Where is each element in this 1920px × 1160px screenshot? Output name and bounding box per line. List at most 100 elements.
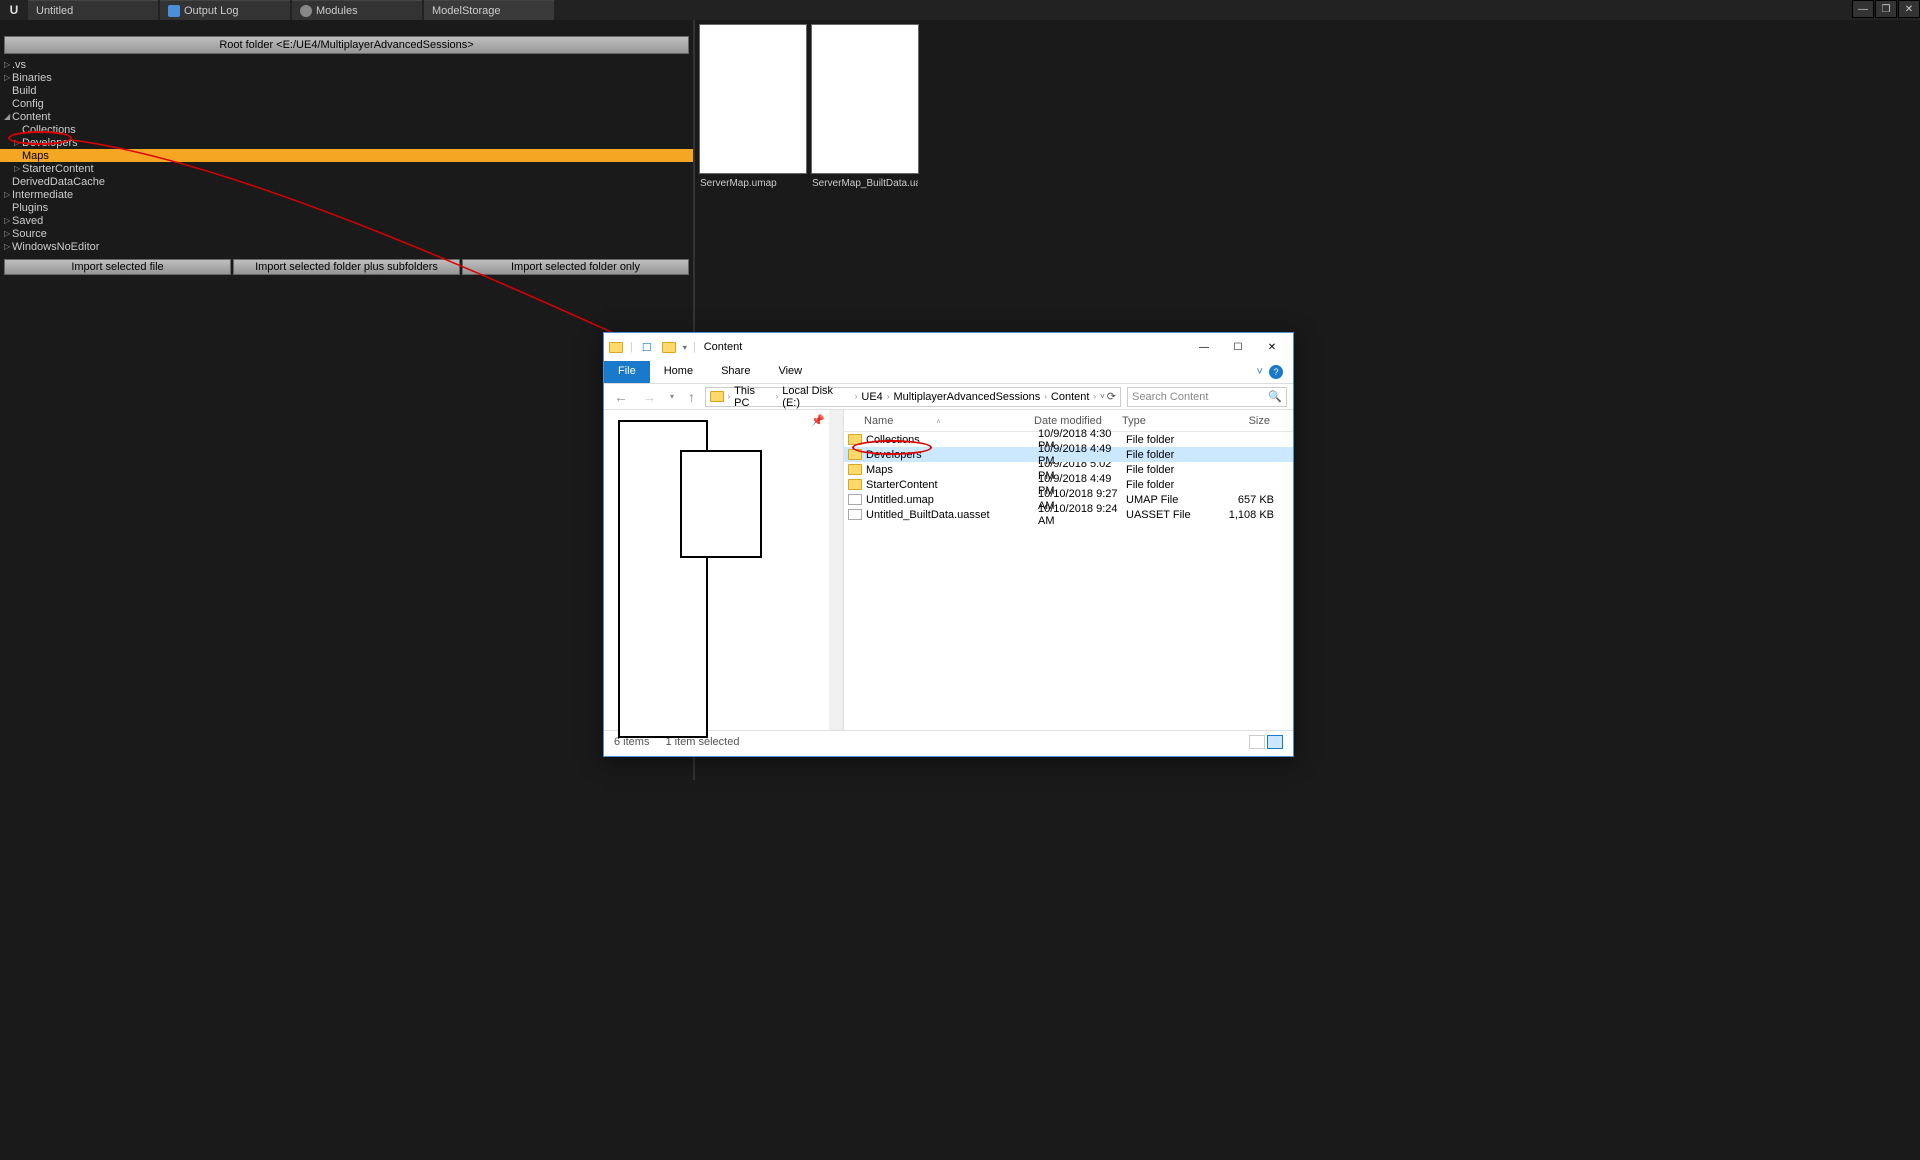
tree-label: Collections: [22, 124, 76, 136]
tree-item-developers[interactable]: ▷Developers: [0, 136, 693, 149]
explorer-nav-pane[interactable]: 📌: [604, 410, 844, 730]
ribbon-tab-view[interactable]: View: [764, 361, 816, 383]
column-date[interactable]: Date modified: [1034, 415, 1122, 427]
tree-label: Source: [12, 228, 47, 240]
explorer-ribbon: File Home Share View ˅ ?: [604, 361, 1293, 384]
tab-modelstorage[interactable]: ModelStorage: [424, 0, 554, 20]
address-dropdown-icon[interactable]: ˅: [1100, 392, 1105, 401]
breadcrumb-item[interactable]: Local Disk (E:): [782, 385, 850, 409]
file-type: UASSET File: [1126, 509, 1214, 521]
explorer-window: | ☐ ▾ | Content — ☐ ✕ File Home Share Vi…: [603, 332, 1294, 757]
tree-label: DerivedDataCache: [12, 176, 105, 188]
tree-item-source[interactable]: ▷Source: [0, 227, 693, 240]
tree-item-plugins[interactable]: Plugins: [0, 201, 693, 214]
nav-forward-button[interactable]: →: [638, 389, 660, 405]
column-name[interactable]: Name ˄: [844, 415, 1034, 427]
tree-item-maps[interactable]: Maps: [0, 149, 693, 162]
help-icon[interactable]: ?: [1269, 365, 1283, 379]
thumbnail-servermap[interactable]: ServerMap.umap: [699, 24, 807, 174]
file-row-developers[interactable]: Developers10/9/2018 4:49 PMFile folder: [844, 447, 1293, 462]
explorer-maximize-button[interactable]: ☐: [1221, 336, 1255, 358]
tree-expand-icon[interactable]: ▷: [4, 242, 12, 251]
tree-item-collections[interactable]: Collections: [0, 123, 693, 136]
ribbon-tab-home[interactable]: Home: [650, 361, 707, 383]
tree-item-windowsnoeditor[interactable]: ▷WindowsNoEditor: [0, 240, 693, 253]
tree-item-saved[interactable]: ▷Saved: [0, 214, 693, 227]
tree-item-build[interactable]: Build: [0, 84, 693, 97]
folder-icon: [848, 449, 862, 460]
file-type: UMAP File: [1126, 494, 1214, 506]
refresh-icon[interactable]: ⟳: [1107, 390, 1116, 403]
window-maximize-button[interactable]: ❐: [1875, 0, 1897, 18]
pin-icon[interactable]: 📌: [811, 414, 825, 427]
import-selected-folder-subfolders-button[interactable]: Import selected folder plus subfolders: [233, 259, 460, 275]
thumbnail-label: ServerMap.umap: [700, 178, 806, 189]
nav-up-button[interactable]: ↑: [684, 389, 699, 405]
file-name: StarterContent: [866, 479, 938, 491]
ribbon-expand-icon[interactable]: ˅ ?: [1256, 361, 1293, 383]
tree-item-deriveddatacache[interactable]: DerivedDataCache: [0, 175, 693, 188]
tree-label: Plugins: [12, 202, 48, 214]
file-name: Collections: [866, 434, 920, 446]
tree-item-startercontent[interactable]: ▷StarterContent: [0, 162, 693, 175]
breadcrumb-item[interactable]: UE4: [861, 391, 882, 403]
tree-expand-icon[interactable]: ▷: [4, 190, 12, 199]
explorer-close-button[interactable]: ✕: [1255, 336, 1289, 358]
tree-expand-icon[interactable]: ▷: [4, 216, 12, 225]
file-type: File folder: [1126, 479, 1214, 491]
import-selected-folder-only-button[interactable]: Import selected folder only: [462, 259, 689, 275]
explorer-titlebar[interactable]: | ☐ ▾ | Content — ☐ ✕: [604, 333, 1293, 361]
address-bar[interactable]: › This PC› Local Disk (E:)› UE4› Multipl…: [705, 387, 1121, 407]
tree-expand-icon[interactable]: ▷: [14, 164, 22, 173]
tab-output-log[interactable]: Output Log: [160, 0, 290, 20]
ribbon-tab-file[interactable]: File: [604, 361, 650, 383]
tab-bar: U Untitled Output Log Modules ModelStora…: [0, 0, 1920, 20]
window-minimize-button[interactable]: —: [1852, 0, 1874, 18]
tree-expand-icon[interactable]: ▷: [4, 73, 12, 82]
tree-label: Intermediate: [12, 189, 73, 201]
folder-tree: ▷.vs▷BinariesBuildConfig◢ContentCollecti…: [0, 54, 693, 257]
root-folder-bar[interactable]: Root folder <E:/UE4/MultiplayerAdvancedS…: [4, 36, 689, 54]
breadcrumb-item[interactable]: Content: [1051, 391, 1090, 403]
qat-dropdown-icon[interactable]: ▾: [683, 343, 687, 352]
tree-expand-icon[interactable]: ▷: [14, 138, 22, 147]
tree-item-intermediate[interactable]: ▷Intermediate: [0, 188, 693, 201]
view-large-icons-icon[interactable]: [1267, 735, 1283, 749]
file-icon: [848, 494, 862, 505]
qat-separator: |: [630, 341, 633, 353]
ribbon-tab-share[interactable]: Share: [707, 361, 764, 383]
new-folder-icon[interactable]: [661, 339, 677, 355]
tree-expand-icon[interactable]: ▷: [4, 60, 12, 69]
nav-recent-dropdown[interactable]: ▾: [666, 392, 678, 401]
tab-untitled[interactable]: Untitled: [28, 0, 158, 20]
tree-item-content[interactable]: ◢Content: [0, 110, 693, 123]
file-row-untitledbuiltdatauasset[interactable]: Untitled_BuiltData.uasset10/10/2018 9:24…: [844, 507, 1293, 522]
tree-label: StarterContent: [22, 163, 94, 175]
nav-back-button[interactable]: ←: [610, 389, 632, 405]
tree-expand-icon[interactable]: ◢: [4, 112, 12, 121]
folder-icon: [710, 391, 723, 402]
tab-modules[interactable]: Modules: [292, 0, 422, 20]
search-icon: 🔍: [1268, 390, 1282, 403]
file-name: Maps: [866, 464, 893, 476]
nav-scrollbar[interactable]: [829, 410, 843, 730]
breadcrumb-item[interactable]: MultiplayerAdvancedSessions: [893, 391, 1040, 403]
breadcrumb-item[interactable]: This PC: [734, 385, 771, 409]
column-size[interactable]: Size: [1210, 415, 1270, 427]
column-type[interactable]: Type: [1122, 415, 1210, 427]
import-selected-file-button[interactable]: Import selected file: [4, 259, 231, 275]
tree-item-config[interactable]: Config: [0, 97, 693, 110]
file-date: 10/10/2018 9:24 AM: [1038, 503, 1126, 527]
window-close-button[interactable]: ✕: [1898, 0, 1920, 18]
output-log-icon: [168, 5, 180, 17]
tree-item-vs[interactable]: ▷.vs: [0, 58, 693, 71]
tree-expand-icon[interactable]: ▷: [4, 229, 12, 238]
tree-item-binaries[interactable]: ▷Binaries: [0, 71, 693, 84]
search-input[interactable]: Search Content 🔍: [1127, 387, 1287, 407]
qat-separator: |: [693, 341, 696, 353]
tree-label: Content: [12, 111, 51, 123]
properties-icon[interactable]: ☐: [639, 339, 655, 355]
thumbnail-servermap-builtdata[interactable]: ServerMap_BuiltData.uasset: [811, 24, 919, 174]
explorer-minimize-button[interactable]: —: [1187, 336, 1221, 358]
view-details-icon[interactable]: [1249, 735, 1265, 749]
